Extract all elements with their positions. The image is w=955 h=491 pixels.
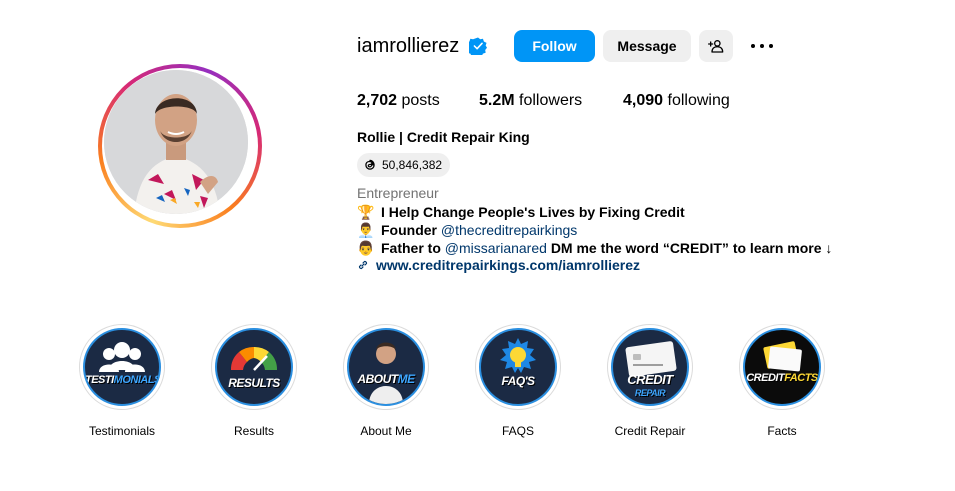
cover-text-b: FACTS <box>784 372 818 384</box>
highlight-ring: FAQ'S <box>475 324 561 410</box>
bio-line-3: 👨 Father to @missarianared DM me the word… <box>357 239 832 257</box>
suggest-accounts-button[interactable] <box>699 30 733 62</box>
highlight-credit-repair[interactable]: CREDIT REPAIR Credit Repair <box>607 324 693 438</box>
cover-text-a: CREDIT <box>627 372 673 387</box>
highlight-ring: CREDIT REPAIR <box>607 324 693 410</box>
cards-icon <box>763 341 802 372</box>
highlight-results[interactable]: RESULTS Results <box>211 324 297 438</box>
verified-badge-icon <box>469 37 487 55</box>
highlight-testimonials[interactable]: TESTIMONIALS Testimonials <box>79 324 165 438</box>
highlight-ring: ABOUTME <box>343 324 429 410</box>
avatar[interactable] <box>104 70 248 214</box>
man-icon: 👨 <box>357 240 375 256</box>
posts-number: 2,702 <box>357 92 398 109</box>
bio-text-3: Father to <box>381 240 441 256</box>
posts-label: posts <box>401 92 440 109</box>
followers-label: followers <box>519 92 583 109</box>
category-label: Entrepreneur <box>357 185 439 201</box>
add-user-icon <box>708 40 724 53</box>
website-link[interactable]: www.creditrepairkings.com/iamrollierez <box>357 257 640 273</box>
highlight-about-me[interactable]: ABOUTME About Me <box>343 324 429 438</box>
highlight-label: FAQS <box>501 424 534 438</box>
avatar-photo <box>104 70 248 214</box>
more-options-icon[interactable] <box>748 34 776 58</box>
link-icon <box>358 260 368 270</box>
follow-button[interactable]: Follow <box>514 30 595 62</box>
threads-count: 50,846,382 <box>382 158 443 172</box>
bio-text-1: I Help Change People's Lives by Fixing C… <box>381 204 685 220</box>
gauge-icon <box>230 346 278 371</box>
message-button[interactable]: Message <box>603 30 691 62</box>
posts-count: 2,702 posts <box>357 91 440 111</box>
highlight-facts[interactable]: CREDITFACTS Facts <box>739 324 825 438</box>
bio-text-2: Founder <box>381 222 437 238</box>
cover-text-b: ME <box>397 372 416 386</box>
bio-cta: DM me the word “CREDIT” to learn more ↓ <box>550 240 833 256</box>
highlight-label: Facts <box>767 424 797 438</box>
highlight-cover-about-me: ABOUTME <box>347 328 425 406</box>
portrait-icon <box>369 342 403 404</box>
cover-text-a: ABOUT <box>357 372 398 386</box>
highlight-cover-testimonials: TESTIMONIALS <box>83 328 161 406</box>
cover-text-a: RESULTS <box>228 376 280 390</box>
bio-line-1: 🏆 I Help Change People's Lives by Fixing … <box>357 203 685 221</box>
highlight-ring: CREDITFACTS <box>739 324 825 410</box>
highlight-label: Credit Repair <box>614 424 686 438</box>
highlight-label: About Me <box>360 424 412 438</box>
people-group-icon <box>99 342 145 372</box>
profile-avatar-ring[interactable] <box>98 64 262 228</box>
threads-badge[interactable]: 50,846,382 <box>357 153 451 177</box>
following-count[interactable]: 4,090 following <box>623 91 730 111</box>
lightbulb-icon <box>500 338 536 373</box>
cover-text-a: CREDIT <box>746 372 785 384</box>
followers-number: 5.2M <box>479 92 515 109</box>
cover-text-a: TESTI <box>85 374 114 386</box>
followers-count[interactable]: 5.2M followers <box>479 91 582 111</box>
following-label: following <box>667 92 730 109</box>
highlight-ring: TESTIMONIALS <box>79 324 165 410</box>
office-worker-icon: 👨‍💼 <box>357 222 375 238</box>
highlight-ring: RESULTS <box>211 324 297 410</box>
highlight-cover-results: RESULTS <box>215 328 293 406</box>
username: iamrollierez <box>357 35 460 57</box>
cover-text-a: FAQ'S <box>501 374 535 388</box>
father-mention-link[interactable]: @missarianared <box>445 240 547 256</box>
full-name: Rollie | Credit Repair King <box>357 129 530 145</box>
highlight-label: Results <box>233 424 274 438</box>
highlight-cover-credit-repair: CREDIT REPAIR <box>611 328 689 406</box>
cover-text-b: MONIALS <box>113 374 161 386</box>
highlight-label: Testimonials <box>88 424 156 438</box>
founder-mention-link[interactable]: @thecreditrepairkings <box>441 222 577 238</box>
highlight-cover-faqs: FAQ'S <box>479 328 557 406</box>
highlight-faqs[interactable]: FAQ'S FAQS <box>475 324 561 438</box>
cover-text-b: REPAIR <box>634 388 666 398</box>
trophy-icon: 🏆 <box>357 204 375 220</box>
threads-icon <box>365 159 375 170</box>
website-url: www.creditrepairkings.com/iamrollierez <box>376 257 641 273</box>
highlight-cover-facts: CREDITFACTS <box>743 328 821 406</box>
following-number: 4,090 <box>623 92 664 109</box>
bio-line-2: 👨‍💼 Founder @thecreditrepairkings <box>357 221 577 239</box>
